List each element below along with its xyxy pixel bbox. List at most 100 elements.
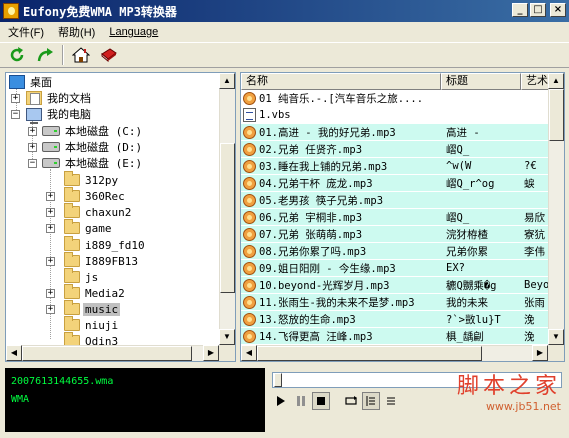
scroll-left-arrow[interactable]: ◀ — [6, 345, 22, 361]
file-row[interactable]: 06.兄弟 宇桐非.mp3 嶍Q_ 易欣 — [241, 209, 550, 225]
filelist-vertical-scrollbar[interactable]: ▲ ▼ — [548, 73, 564, 345]
expand-icon[interactable]: + — [46, 207, 55, 217]
collapse-icon[interactable]: − — [28, 158, 37, 168]
audio-file-icon — [243, 125, 256, 139]
column-header-name[interactable]: 名称 — [241, 73, 441, 90]
expand-icon[interactable]: + — [28, 126, 37, 136]
expand-icon[interactable]: + — [46, 304, 55, 314]
watermark: 脚本之家 www.jb51.net — [457, 368, 561, 413]
tree-item-drive-c[interactable]: + 本地磁盘 (C:) — [28, 123, 144, 139]
scroll-corner — [548, 345, 564, 361]
watermark-text: 脚本之家 — [456, 374, 561, 399]
tree-item-documents[interactable]: + 我的文档 — [11, 90, 93, 106]
scroll-up-arrow[interactable]: ▲ — [219, 73, 235, 89]
filelist-horizontal-scrollbar[interactable]: ◀ ▶ — [241, 345, 548, 361]
column-header-title[interactable]: 标题 — [441, 73, 521, 90]
scroll-up-arrow[interactable]: ▲ — [548, 73, 564, 89]
audio-file-icon — [243, 278, 256, 292]
file-row[interactable]: 08.兄弟你累了吗.mp3 兄弟你累 李伟 — [241, 243, 550, 259]
collapse-icon[interactable]: − — [11, 109, 20, 119]
tree-item-folder[interactable]: niuji — [64, 316, 120, 333]
file-row[interactable]: 05.老男孩 筷子兄弟.mp3 — [241, 192, 550, 208]
tree-item-folder[interactable]: 312py — [64, 171, 120, 188]
tree-item-drive-d[interactable]: + 本地磁盘 (D:) — [28, 139, 144, 155]
forward-button[interactable] — [34, 44, 56, 66]
tree-item-folder[interactable]: Odin3 — [64, 332, 120, 345]
file-row[interactable]: 09.姐日阳刚 - 今生缘.mp3 EX? — [241, 260, 550, 276]
expand-icon[interactable]: + — [46, 223, 55, 233]
file-row[interactable]: 14.飞得更高 汪峰.mp3 椇_龋㓲 浼 — [241, 328, 550, 344]
audio-file-icon — [243, 244, 256, 258]
stop-button[interactable] — [312, 392, 330, 410]
pause-icon — [297, 396, 305, 406]
file-row[interactable]: 1.vbs — [241, 107, 550, 123]
maximize-button[interactable]: □ — [530, 3, 546, 17]
folder-icon — [64, 236, 80, 251]
tree-horizontal-scrollbar[interactable]: ◀ ▶ — [6, 345, 219, 361]
expand-icon[interactable]: + — [11, 93, 20, 103]
play-icon — [277, 396, 285, 406]
file-row[interactable]: 10.beyond-光辉岁月.mp3 穮Q嬲乘�g Beyo — [241, 277, 550, 293]
scroll-thumb[interactable] — [257, 346, 482, 361]
repeat-button[interactable] — [342, 392, 360, 410]
seek-thumb[interactable] — [274, 373, 282, 387]
refresh-button[interactable] — [6, 44, 28, 66]
folder-icon — [64, 187, 80, 202]
tree-item-desktop[interactable]: 桌面 — [9, 74, 54, 90]
scroll-down-arrow[interactable]: ▼ — [548, 329, 564, 345]
tree-item-folder[interactable]: + I889FB13 — [46, 252, 140, 269]
file-row[interactable]: 02.兄弟 任贤齐.mp3 嶍Q_ — [241, 141, 550, 157]
expand-icon[interactable]: + — [46, 256, 55, 266]
book-button[interactable] — [98, 44, 120, 66]
tree-item-computer[interactable]: − 我的电脑 — [11, 106, 93, 124]
close-button[interactable]: × — [550, 3, 566, 17]
minimize-button[interactable]: _ — [512, 3, 528, 17]
menu-bar: 文件(F) 帮助(H) Language — [0, 23, 569, 41]
scroll-thumb[interactable] — [220, 143, 235, 293]
tree-item-folder[interactable]: + game — [46, 219, 114, 236]
tree-item-folder[interactable]: + 360Rec — [46, 187, 127, 204]
folder-icon — [64, 171, 80, 186]
audio-file-icon — [243, 176, 256, 190]
audio-file-icon — [243, 159, 256, 173]
folder-tree[interactable]: 桌面 + 我的文档 − 我的电脑 + 本地磁盘 (C:) + 本地磁盘 (D:) — [5, 72, 236, 362]
script-file-icon — [243, 108, 256, 122]
list-view-button[interactable] — [382, 392, 400, 410]
tree-item-folder-selected[interactable]: + music — [46, 300, 121, 317]
home-button[interactable] — [70, 44, 92, 66]
play-button[interactable] — [272, 392, 290, 410]
menu-file[interactable]: 文件(F) — [8, 24, 44, 40]
tree-item-folder[interactable]: js — [64, 268, 100, 285]
audio-file-icon — [243, 142, 256, 156]
file-row[interactable]: 03.睡在我上铺的兄弟.mp3 ^w(W ?€ — [241, 158, 550, 174]
title-bar[interactable]: Eufony免费WMA MP3转换器 _ □ × — [0, 0, 569, 22]
scroll-down-arrow[interactable]: ▼ — [219, 329, 235, 345]
tree-item-folder[interactable]: i889_fd10 — [64, 236, 147, 253]
playlist-button[interactable] — [362, 392, 380, 410]
scroll-right-arrow[interactable]: ▶ — [203, 345, 219, 361]
file-row[interactable]: 13.怒放的生命.mp3 ?`>敳lu}T 浼 — [241, 311, 550, 327]
scroll-left-arrow[interactable]: ◀ — [241, 345, 257, 361]
file-list[interactable]: 名称 标题 艺术 01 纯音乐.-.[汽车音乐之旅.... 1.vbs 01.高… — [240, 72, 565, 362]
menu-language[interactable]: Language — [109, 26, 158, 38]
file-row[interactable]: 11.张雨生-我的未来不是梦.mp3 我的未来 张雨 — [241, 294, 550, 310]
tree-item-folder[interactable]: + Media2 — [46, 284, 127, 301]
toolbar — [0, 42, 569, 68]
playback-controls — [272, 392, 400, 410]
expand-icon[interactable]: + — [28, 142, 37, 152]
tree-item-drive-e[interactable]: − 本地磁盘 (E:) — [28, 155, 144, 171]
menu-help[interactable]: 帮助(H) — [58, 24, 95, 40]
expand-icon[interactable]: + — [46, 191, 55, 201]
file-row[interactable]: 01.高进 - 我的好兄弟.mp3 高进 - — [241, 124, 550, 140]
tree-item-folder[interactable]: + chaxun2 — [46, 203, 133, 220]
scroll-thumb[interactable] — [549, 89, 564, 141]
expand-icon[interactable]: + — [46, 288, 55, 298]
file-row[interactable]: 07.兄弟 张萌萌.mp3 浣犲栫楂 寮犺 — [241, 226, 550, 242]
file-row[interactable]: 01 纯音乐.-.[汽车音乐之旅.... — [241, 90, 550, 106]
file-row[interactable]: 04.兄弟干杯 庞龙.mp3 嶍Q_r^og 蜧 — [241, 175, 550, 191]
scroll-thumb[interactable] — [22, 346, 192, 361]
pause-button[interactable] — [292, 392, 310, 410]
scroll-right-arrow[interactable]: ▶ — [532, 345, 548, 361]
tree-vertical-scrollbar[interactable]: ▲ ▼ — [219, 73, 235, 345]
column-header-artist[interactable]: 艺术 — [521, 73, 550, 90]
